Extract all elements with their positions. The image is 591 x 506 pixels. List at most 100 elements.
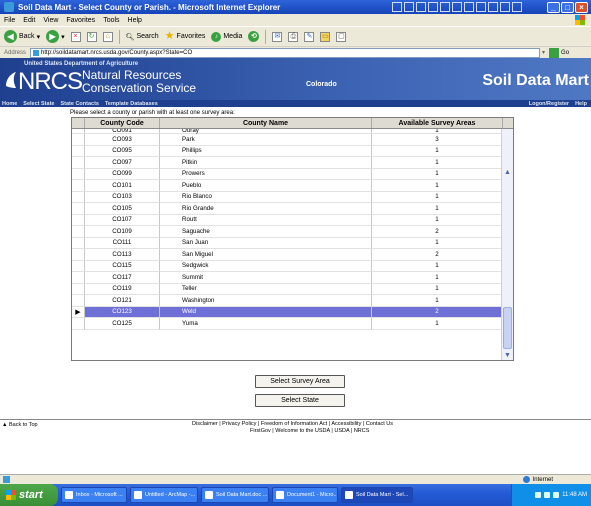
- row-selector[interactable]: [72, 283, 85, 295]
- nav-state-contacts[interactable]: State Contacts: [60, 101, 99, 107]
- menu-view[interactable]: View: [43, 17, 58, 24]
- table-row[interactable]: CO109 Saguache 2: [72, 226, 503, 238]
- table-body: CO091 Ouray 1 CO093 Park 3 CO095 Phillips 1 CO…: [72, 129, 503, 330]
- refresh-icon[interactable]: ↻: [86, 31, 97, 42]
- favorites-button[interactable]: ★ Favorites: [165, 31, 206, 42]
- nav-template-databases[interactable]: Template Databases: [105, 101, 158, 107]
- row-selector[interactable]: [72, 260, 85, 272]
- table-row[interactable]: CO093 Park 3: [72, 134, 503, 146]
- table-row[interactable]: CO117 Summit 1: [72, 272, 503, 284]
- table-row[interactable]: CO113 San Miguel 2: [72, 249, 503, 261]
- menu-edit[interactable]: Edit: [23, 17, 35, 24]
- window-title-bar: Soil Data Mart - Select County or Parish…: [0, 0, 591, 14]
- app-icon: [512, 2, 522, 12]
- scroll-down-icon[interactable]: ▼: [503, 351, 512, 360]
- row-selector[interactable]: [72, 191, 85, 203]
- close-button[interactable]: ×: [575, 1, 588, 13]
- table-header: County Code County Name Available Survey…: [72, 118, 513, 129]
- row-selector[interactable]: [72, 237, 85, 249]
- row-selector[interactable]: [72, 226, 85, 238]
- maximize-button[interactable]: □: [561, 1, 574, 13]
- survey-areas-cell: 1: [372, 295, 503, 307]
- taskbar-task[interactable]: Untitled - ArcMap -...: [130, 487, 198, 503]
- row-selector[interactable]: [72, 157, 85, 169]
- table-scrollbar[interactable]: ▲ ▼: [501, 129, 513, 360]
- taskbar-tasks: Inbox - Microsoft ... Untitled - ArcMap -…: [58, 487, 413, 503]
- table-row[interactable]: CO099 Prowers 1: [72, 168, 503, 180]
- status-bar: Internet: [0, 474, 591, 484]
- forward-button[interactable]: ▶ ▾: [46, 30, 65, 43]
- menu-help[interactable]: Help: [128, 17, 142, 24]
- media-button[interactable]: ♪ Media: [211, 31, 242, 42]
- back-arrow-icon: ◀: [4, 30, 17, 43]
- browser-toolbar: ◀ Back ▾ ▶ ▾ × ↻ ⌂ 🔍︎ Search ★ Favorites…: [0, 26, 591, 46]
- menu-tools[interactable]: Tools: [103, 17, 119, 24]
- table-row[interactable]: CO111 San Juan 1: [72, 237, 503, 249]
- folder-icon[interactable]: ▭: [320, 31, 331, 42]
- table-row[interactable]: CO119 Teller 1: [72, 283, 503, 295]
- row-selector[interactable]: [72, 249, 85, 261]
- app-icon: [452, 2, 462, 12]
- chevron-down-icon[interactable]: ▾: [542, 49, 545, 56]
- row-selector[interactable]: [72, 295, 85, 307]
- row-selector[interactable]: [72, 318, 85, 330]
- county-table: County Code County Name Available Survey…: [71, 117, 514, 361]
- scrollbar-thumb[interactable]: [503, 307, 512, 349]
- nav-home[interactable]: Home: [2, 101, 17, 107]
- taskbar-task[interactable]: Soil Data Mart - Sel...: [341, 487, 413, 503]
- menu-favorites[interactable]: Favorites: [66, 17, 95, 24]
- print-icon[interactable]: ⎙: [288, 31, 299, 42]
- taskbar-task[interactable]: Document1 - Micro...: [272, 487, 338, 503]
- back-to-top-link[interactable]: ▲ Back to Top: [2, 422, 38, 428]
- table-row[interactable]: CO107 Routt 1: [72, 214, 503, 226]
- table-row[interactable]: CO103 Rio Blanco 1: [72, 191, 503, 203]
- address-input[interactable]: http://soildatamart.nrcs.usda.gov/County…: [30, 47, 541, 58]
- search-button[interactable]: 🔍︎ Search: [126, 33, 159, 41]
- taskbar-task[interactable]: Inbox - Microsoft ...: [61, 487, 127, 503]
- table-row[interactable]: CO101 Pueblo 1: [72, 180, 503, 192]
- row-selector[interactable]: [72, 214, 85, 226]
- mail-icon[interactable]: ✉: [272, 31, 283, 42]
- taskbar-task[interactable]: Soil Data Mart.doc ...: [201, 487, 269, 503]
- footer-links-line1[interactable]: Disclaimer | Privacy Policy | Freedom of…: [192, 421, 393, 427]
- home-icon[interactable]: ⌂: [102, 31, 113, 42]
- select-survey-area-button[interactable]: Select Survey Area: [255, 375, 345, 388]
- table-row[interactable]: CO125 Yuma 1: [72, 318, 503, 330]
- nav-select-state[interactable]: Select State: [23, 101, 54, 107]
- county-code-cell: CO107: [85, 214, 160, 226]
- row-selector[interactable]: [72, 203, 85, 215]
- usda-label: United States Department of Agriculture: [24, 61, 139, 67]
- chevron-down-icon: ▾: [36, 33, 41, 41]
- table-row[interactable]: CO115 Sedgwick 1: [72, 260, 503, 272]
- messenger-icon[interactable]: ▢: [336, 31, 347, 42]
- select-state-button[interactable]: Select State: [255, 394, 345, 407]
- edit-icon[interactable]: ✎: [304, 31, 315, 42]
- scroll-up-icon[interactable]: ▲: [503, 168, 512, 177]
- footer-links-line2[interactable]: FirstGov | Welcome to the USDA | USDA | …: [250, 428, 369, 434]
- nav-help[interactable]: Help: [575, 101, 587, 107]
- row-selector[interactable]: [72, 145, 85, 157]
- go-arrow-icon[interactable]: [549, 47, 560, 58]
- table-row[interactable]: CO097 Pitkin 1: [72, 157, 503, 169]
- table-row[interactable]: CO105 Rio Grande 1: [72, 203, 503, 215]
- search-icon: 🔍︎: [125, 33, 135, 41]
- menu-file[interactable]: File: [4, 17, 15, 24]
- nav-logon-register[interactable]: Logon/Register: [529, 101, 569, 107]
- stop-icon[interactable]: ×: [70, 31, 81, 42]
- row-selector[interactable]: ▶: [72, 306, 85, 318]
- survey-areas-cell: 3: [372, 134, 503, 146]
- table-row-selected[interactable]: ▶ CO123 Weld 2: [72, 306, 503, 318]
- go-label[interactable]: Go: [561, 50, 569, 56]
- row-selector[interactable]: [72, 168, 85, 180]
- start-button[interactable]: start: [0, 484, 58, 506]
- row-selector[interactable]: [72, 272, 85, 284]
- table-row[interactable]: CO121 Washington 1: [72, 295, 503, 307]
- row-selector[interactable]: [72, 134, 85, 146]
- back-button[interactable]: ◀ Back ▾: [4, 30, 40, 43]
- address-label: Address: [4, 49, 27, 56]
- history-icon[interactable]: ⟲: [248, 31, 260, 42]
- minimize-button[interactable]: _: [547, 1, 560, 13]
- table-row[interactable]: CO095 Phillips 1: [72, 145, 503, 157]
- survey-areas-cell: 1: [372, 191, 503, 203]
- row-selector[interactable]: [72, 180, 85, 192]
